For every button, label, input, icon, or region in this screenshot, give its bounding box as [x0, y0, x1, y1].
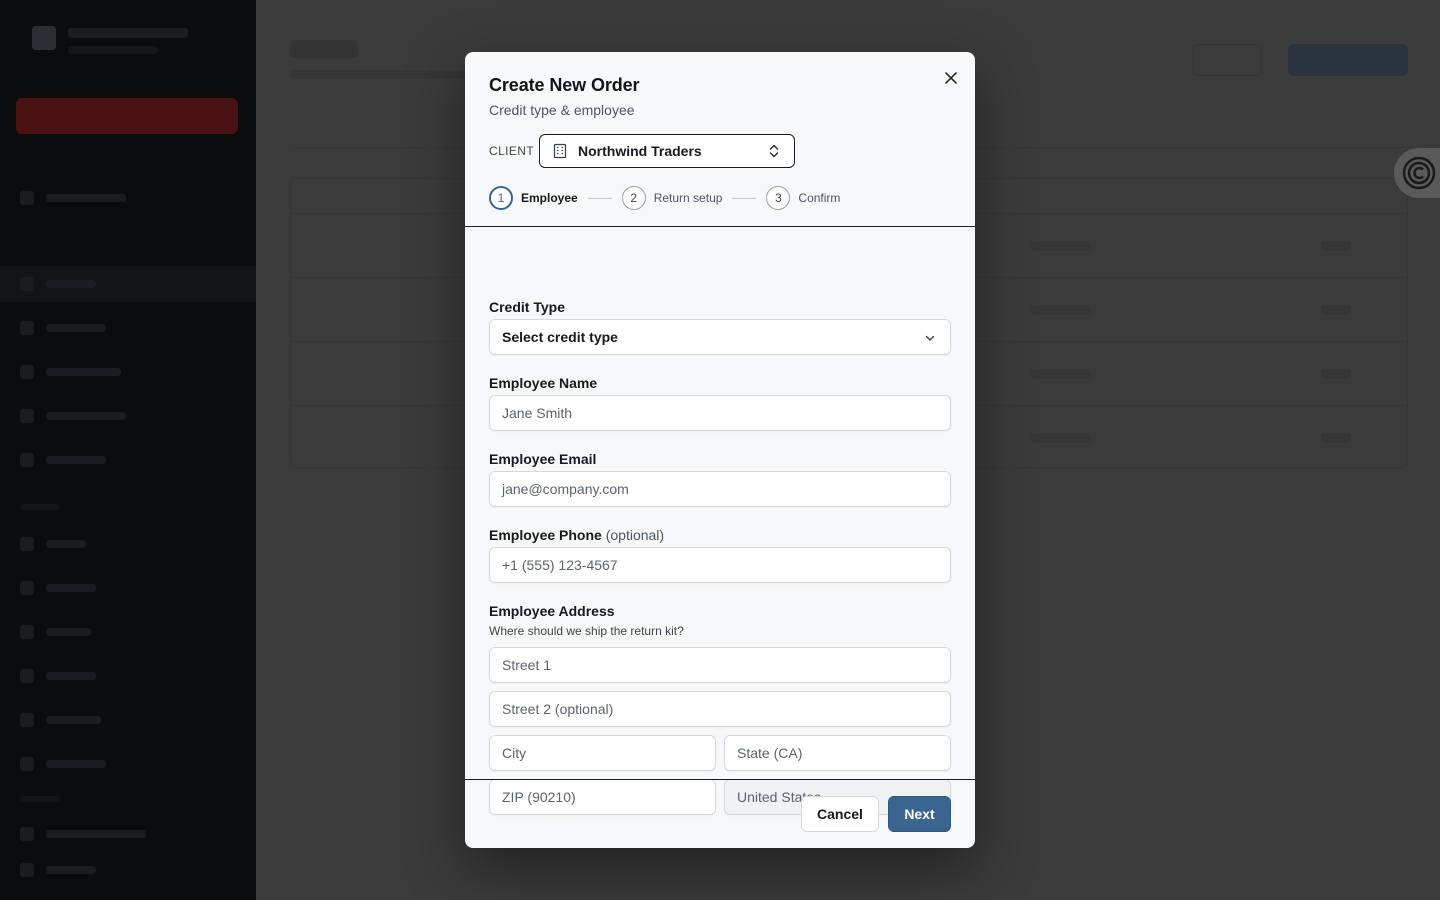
- create-order-modal: Create New Order Credit type & employee …: [465, 52, 975, 848]
- chevron-up-down-icon: [769, 144, 779, 158]
- credit-type-label: Credit Type: [489, 299, 565, 315]
- employee-email-label: Employee Email: [489, 451, 597, 467]
- client-select-value: Northwind Traders: [578, 143, 702, 159]
- street1-input[interactable]: Street 1: [489, 647, 951, 683]
- employee-name-input[interactable]: Jane Smith: [489, 395, 951, 431]
- employee-phone-input[interactable]: +1 (555) 123-4567: [489, 547, 951, 583]
- employee-name-label: Employee Name: [489, 375, 598, 391]
- next-button[interactable]: Next: [888, 796, 951, 832]
- client-label: CLIENT: [489, 144, 535, 158]
- step-connector: [587, 197, 612, 199]
- cancel-button[interactable]: Cancel: [801, 796, 879, 832]
- credit-type-select-value: Select credit type: [502, 329, 618, 345]
- step-number: 2: [621, 186, 646, 210]
- step-label: Confirm: [798, 191, 841, 205]
- building-icon: [553, 143, 567, 159]
- close-icon: [945, 72, 957, 84]
- employee-phone-label: Employee Phone (optional): [489, 527, 664, 543]
- employee-address-help: Where should we ship the return kit?: [489, 624, 684, 638]
- optional-hint: (optional): [605, 527, 665, 543]
- state-input[interactable]: State (CA): [724, 735, 951, 771]
- street2-input[interactable]: Street 2 (optional): [489, 691, 951, 727]
- step-employee: 1 Employee: [489, 186, 578, 210]
- modal-footer: Cancel Next: [465, 779, 975, 848]
- chevron-down-icon: [925, 335, 935, 341]
- step-connector: [732, 197, 757, 199]
- stepper: 1 Employee 2 Return setup 3 Confirm: [489, 186, 840, 210]
- modal-subtitle: Credit type & employee: [489, 102, 635, 118]
- modal-body: Credit Type Select credit type Employee …: [465, 228, 975, 815]
- step-number: 1: [489, 186, 513, 210]
- employee-address-label: Employee Address: [489, 603, 615, 619]
- employee-phone-label-text: Employee Phone: [489, 527, 602, 543]
- employee-email-input[interactable]: jane@company.com: [489, 471, 951, 507]
- step-label: Employee: [521, 191, 578, 205]
- step-number: 3: [766, 186, 791, 210]
- credit-type-select[interactable]: Select credit type: [489, 319, 951, 355]
- modal-header: Create New Order Credit type & employee …: [465, 52, 975, 227]
- step-label: Return setup: [653, 191, 723, 205]
- modal-title: Create New Order: [489, 75, 640, 95]
- city-input[interactable]: City: [489, 735, 716, 771]
- step-return-setup: 2 Return setup: [621, 186, 723, 210]
- client-select[interactable]: Northwind Traders: [539, 134, 795, 168]
- close-button[interactable]: [941, 68, 961, 88]
- step-confirm: 3 Confirm: [766, 186, 840, 210]
